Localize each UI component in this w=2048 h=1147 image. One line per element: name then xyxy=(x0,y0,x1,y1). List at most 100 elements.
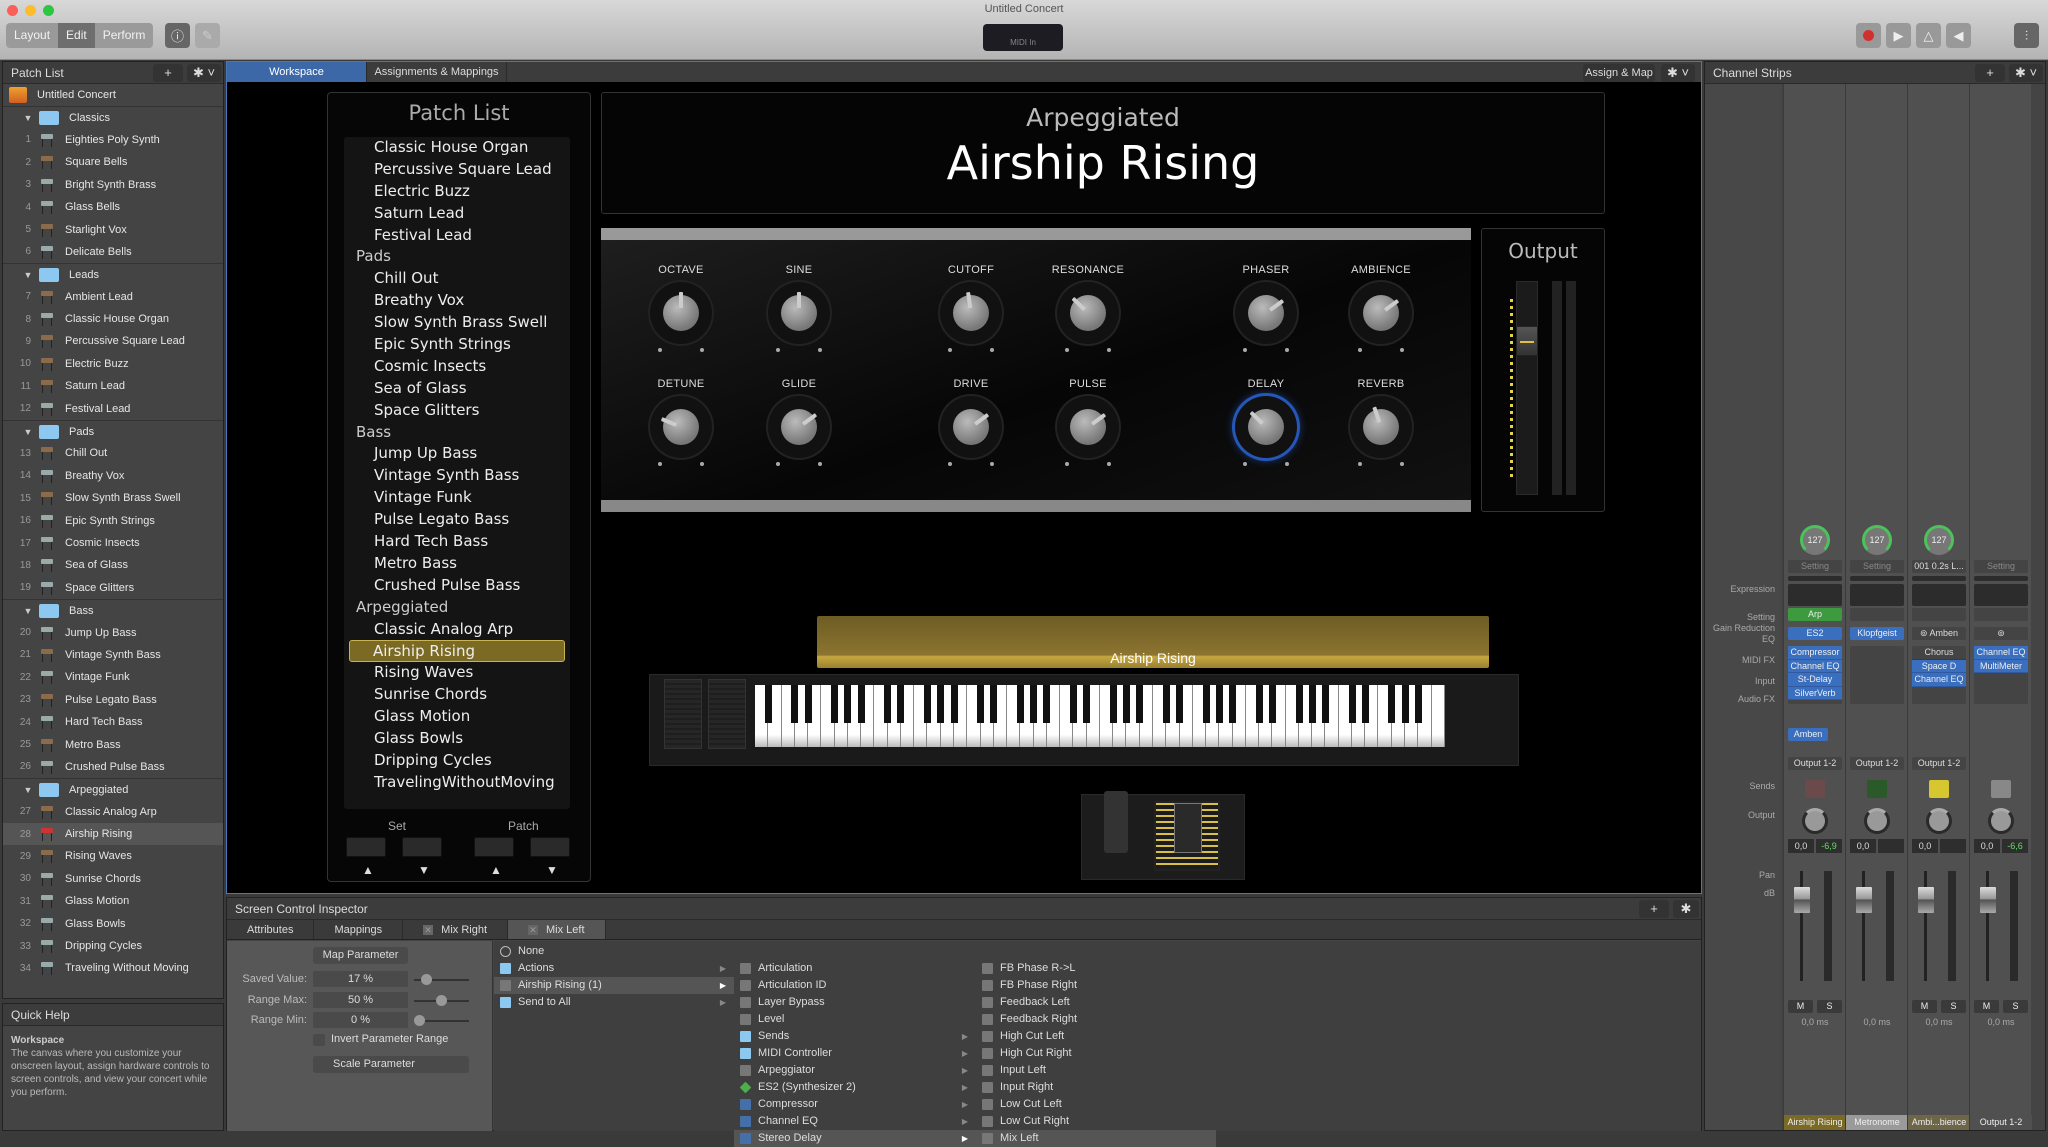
black-key[interactable] xyxy=(1401,685,1409,723)
mode-perform-button[interactable]: Perform xyxy=(95,23,154,48)
patch-row[interactable]: 20 Jump Up Bass xyxy=(3,621,223,643)
browser-item[interactable]: FB Phase R->L xyxy=(976,960,1216,977)
tab-mix-left[interactable]: ✕ Mix Left xyxy=(508,920,606,939)
inspector-add-button[interactable]: + xyxy=(1639,900,1669,918)
black-key[interactable] xyxy=(990,685,998,723)
output-fader-handle[interactable] xyxy=(1516,325,1538,356)
patch-row[interactable]: 14 Breathy Vox xyxy=(3,465,223,487)
close-icon[interactable]: ✕ xyxy=(528,925,539,935)
black-key[interactable] xyxy=(1295,685,1303,723)
black-key[interactable] xyxy=(1043,685,1051,723)
black-key[interactable] xyxy=(950,685,958,723)
patch-row[interactable]: 17 Cosmic Insects xyxy=(3,532,223,554)
patch-list-widget-items[interactable]: Classic House Organ Percussive Square Lea… xyxy=(344,137,570,809)
set-folder-row[interactable]: ▼ Bass xyxy=(3,598,223,621)
channel-settings-button[interactable]: ✱ ˅ xyxy=(2009,64,2043,82)
browser-item[interactable]: MIDI Controller ▶ xyxy=(734,1045,976,1062)
mute-button[interactable]: M xyxy=(1912,1000,1937,1013)
audio-fx-slot[interactable]: St-Delay xyxy=(1788,673,1842,687)
input-slot[interactable]: Klopfgeist xyxy=(1850,627,1904,640)
channel-name[interactable]: Ambi...bience xyxy=(1908,1115,1970,1130)
range-max-stepper[interactable]: 50 % xyxy=(313,992,408,1008)
knob[interactable] xyxy=(1235,282,1297,344)
browser-item[interactable]: Feedback Left xyxy=(976,994,1216,1011)
black-key[interactable] xyxy=(1229,685,1237,723)
knob[interactable] xyxy=(1235,396,1297,458)
patch-row[interactable]: 6 Delicate Bells xyxy=(3,241,223,263)
browser-item[interactable]: Level xyxy=(734,1011,976,1028)
black-key[interactable] xyxy=(1269,685,1276,723)
knob[interactable] xyxy=(940,282,1002,344)
browser-item[interactable]: Input Right xyxy=(976,1079,1216,1096)
black-key[interactable] xyxy=(1414,685,1422,723)
black-key[interactable] xyxy=(1255,685,1263,723)
mode-selector[interactable]: Layout Edit Perform xyxy=(6,23,154,48)
patch-row[interactable]: 10 Electric Buzz xyxy=(3,353,223,375)
patch-widget-item[interactable]: Electric Buzz xyxy=(344,181,570,203)
browser-item[interactable]: Mix Left xyxy=(976,1130,1216,1147)
black-key[interactable] xyxy=(897,685,905,723)
browser-item[interactable]: FB Phase Right xyxy=(976,977,1216,994)
black-key[interactable] xyxy=(1388,685,1396,723)
black-key[interactable] xyxy=(1069,685,1077,723)
output-slot[interactable]: Output 1-2 xyxy=(1788,757,1842,770)
patch-row[interactable]: 3 Bright Synth Brass xyxy=(3,174,223,196)
saved-value-stepper[interactable]: 17 % xyxy=(313,971,408,987)
eq-thumbnail[interactable] xyxy=(1788,584,1842,606)
patch-row[interactable]: 19 Space Glitters xyxy=(3,577,223,599)
set-folder-row[interactable]: ▼ Classics xyxy=(3,106,223,128)
solo-button[interactable]: S xyxy=(1817,1000,1842,1013)
input-slot[interactable]: ⊚ xyxy=(1974,627,2028,640)
midi-fx-slot[interactable] xyxy=(1912,608,1966,621)
patch-widget-item[interactable]: Festival Lead xyxy=(344,225,570,247)
metronome-button[interactable]: △ xyxy=(1916,23,1941,48)
set-up-button[interactable] xyxy=(346,837,386,857)
browser-item[interactable]: Low Cut Left xyxy=(976,1096,1216,1113)
browser-item[interactable]: High Cut Right xyxy=(976,1045,1216,1062)
patch-widget-item[interactable]: Vintage Funk xyxy=(344,487,570,509)
patch-row[interactable]: 4 Glass Bells xyxy=(3,196,223,218)
patch-up-button[interactable] xyxy=(474,837,514,857)
solo-button[interactable]: S xyxy=(1941,1000,1966,1013)
pan-knob[interactable] xyxy=(1864,808,1890,834)
patch-widget-item[interactable]: Sunrise Chords xyxy=(344,684,570,706)
patch-widget-item[interactable]: Glass Motion xyxy=(344,706,570,728)
black-key[interactable] xyxy=(1202,685,1210,723)
patch-widget-item[interactable]: Sea of Glass xyxy=(344,378,570,400)
info-button[interactable]: ⓘ xyxy=(165,23,190,48)
browser-item[interactable]: High Cut Left xyxy=(976,1028,1216,1045)
patch-widget-item[interactable]: Classic Analog Arp xyxy=(344,619,570,641)
knob[interactable] xyxy=(1057,282,1119,344)
pan-knob[interactable] xyxy=(1988,808,2014,834)
disclosure-triangle-icon[interactable]: ▼ xyxy=(21,270,35,280)
mute-button[interactable]: M xyxy=(1788,1000,1813,1013)
audio-fx-slot[interactable]: Chorus xyxy=(1912,646,1966,660)
pan-knob[interactable] xyxy=(1926,808,1952,834)
audio-fx-slot[interactable]: SilverVerb xyxy=(1788,686,1842,701)
assign-map-button[interactable]: Assign & Map xyxy=(1583,64,1655,82)
patch-widget-item[interactable]: Airship Rising xyxy=(349,640,565,663)
volume-fader-handle[interactable] xyxy=(1856,887,1872,913)
browser-item[interactable]: Stereo Delay ▶ xyxy=(734,1130,976,1147)
knob[interactable] xyxy=(768,282,830,344)
black-key[interactable] xyxy=(1348,685,1356,723)
output-slot[interactable]: Output 1-2 xyxy=(1912,757,1966,770)
audio-fx-slot[interactable]: Channel EQ xyxy=(1788,659,1842,674)
patch-row[interactable]: 31 Glass Motion xyxy=(3,890,223,912)
mode-layout-button[interactable]: Layout xyxy=(6,23,58,48)
black-key[interactable] xyxy=(1109,685,1117,723)
output-slot[interactable]: Output 1-2 xyxy=(1850,757,1904,770)
setting-button[interactable]: Setting xyxy=(1788,560,1842,573)
add-channel-button[interactable]: + xyxy=(1975,64,2005,82)
input-slot[interactable]: ⊚ Amben xyxy=(1912,627,1966,640)
browser-item[interactable]: None xyxy=(494,943,734,960)
patch-row[interactable]: 16 Epic Synth Strings xyxy=(3,509,223,531)
disclosure-triangle-icon[interactable]: ▼ xyxy=(21,785,35,795)
setting-button[interactable]: Setting xyxy=(1850,560,1904,573)
audio-fx-slot[interactable]: Channel EQ xyxy=(1912,673,1966,687)
eq-thumbnail[interactable] xyxy=(1850,584,1904,606)
black-key[interactable] xyxy=(1030,685,1038,723)
tab-mix-right[interactable]: ✕ Mix Right xyxy=(403,920,509,939)
setting-button[interactable]: 001 0.2s L... xyxy=(1912,560,1966,573)
channel-name[interactable]: Output 1-2 xyxy=(1970,1115,2032,1130)
